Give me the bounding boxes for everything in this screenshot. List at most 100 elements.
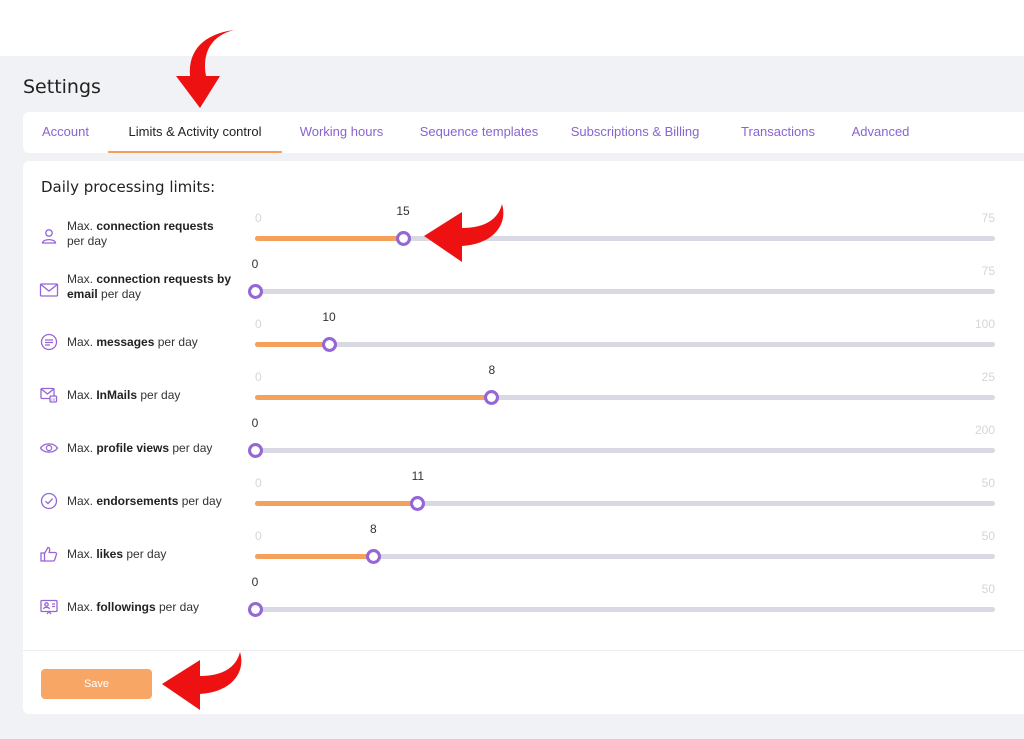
limit-label-suffix: per day xyxy=(178,494,222,508)
limit-label-suffix: per day xyxy=(154,335,198,349)
limit-label: Max. followings per day xyxy=(67,600,247,615)
slider-thumb[interactable] xyxy=(410,496,426,511)
slider-thumb[interactable] xyxy=(484,390,500,405)
limit-label: Max. connection requests per day xyxy=(67,219,247,249)
annotation-arrow-tab xyxy=(176,30,234,108)
limit-row: Max. messages per day 0 100 10 xyxy=(23,310,1024,374)
tab-working-hours[interactable]: Working hours xyxy=(282,112,401,153)
tab-transactions[interactable]: Transactions xyxy=(713,112,843,153)
tab-subscriptions-billing[interactable]: Subscriptions & Billing xyxy=(557,112,713,153)
limit-slider[interactable]: 50 0 xyxy=(247,575,995,639)
slider-min-label: 0 xyxy=(255,476,262,490)
limit-label-suffix: per day xyxy=(155,600,200,614)
slider-thumb[interactable] xyxy=(395,231,411,246)
limit-label: Max. endorsements per day xyxy=(67,494,247,509)
slider-max-label: 25 xyxy=(981,370,995,384)
limit-row: Max. likes per day 0 50 8 xyxy=(23,522,1024,586)
slider-thumb[interactable] xyxy=(247,602,263,617)
limit-label-name: profile views xyxy=(96,441,170,455)
slider-fill xyxy=(255,342,329,347)
follow-icon xyxy=(39,597,59,617)
slider-value-label: 8 xyxy=(488,363,496,377)
slider-max-label: 50 xyxy=(981,582,995,596)
limit-label: Max. InMails per day xyxy=(67,388,247,403)
limit-slider[interactable]: 0 50 8 xyxy=(255,522,995,586)
limit-slider[interactable]: 0 75 15 xyxy=(255,204,995,268)
eye-icon xyxy=(39,438,59,458)
limit-label-prefix: Max. xyxy=(67,600,97,614)
slider-thumb[interactable] xyxy=(365,549,381,564)
limit-row: Max. connection requests by email per da… xyxy=(23,257,1024,321)
limit-label-name: endorsements xyxy=(96,494,179,508)
limit-label-suffix: per day xyxy=(67,234,108,248)
limit-slider[interactable]: 0 100 10 xyxy=(255,310,995,374)
slider-max-label: 75 xyxy=(981,211,995,225)
limit-label-suffix: per day xyxy=(97,287,142,301)
slider-track[interactable] xyxy=(255,607,995,612)
check-circle-icon xyxy=(39,491,59,511)
limit-slider[interactable]: 75 0 xyxy=(247,257,995,321)
limit-label-prefix: Max. xyxy=(67,547,97,561)
slider-min-label: 0 xyxy=(255,317,262,331)
limit-label-prefix: Max. xyxy=(67,388,97,402)
tab-sequence-templates[interactable]: Sequence templates xyxy=(401,112,557,153)
limit-label-name: messages xyxy=(96,335,155,349)
svg-text:in: in xyxy=(51,397,55,403)
message-icon xyxy=(39,332,59,352)
limit-label-name: InMails xyxy=(96,388,138,402)
slider-track[interactable] xyxy=(255,342,995,347)
limit-slider[interactable]: 0 25 8 xyxy=(255,363,995,427)
limit-row: in Max. InMails per day 0 25 8 xyxy=(23,363,1024,427)
slider-max-label: 200 xyxy=(974,423,995,437)
annotation-arrow-slider xyxy=(424,204,504,262)
limit-label: Max. messages per day xyxy=(67,335,247,350)
slider-fill xyxy=(255,501,418,506)
save-button[interactable]: Save xyxy=(41,669,152,699)
page-title: Settings xyxy=(23,76,101,98)
slider-thumb[interactable] xyxy=(321,337,337,352)
limit-slider[interactable]: 0 50 11 xyxy=(255,469,995,533)
limit-slider[interactable]: 200 0 xyxy=(247,416,995,480)
slider-fill xyxy=(255,554,374,559)
slider-min-label: 0 xyxy=(255,211,262,225)
annotation-arrow-save xyxy=(162,652,242,710)
limit-label-name: likes xyxy=(96,547,124,561)
limit-label-suffix: per day xyxy=(123,547,167,561)
limit-label-prefix: Max. xyxy=(67,494,97,508)
limit-label-suffix: per day xyxy=(137,388,181,402)
limit-row: Max. profile views per day 200 0 xyxy=(23,416,1024,480)
limit-label-name: followings xyxy=(96,600,156,614)
slider-max-label: 75 xyxy=(981,264,995,278)
limit-label-prefix: Max. xyxy=(67,335,97,349)
limit-label-suffix: per day xyxy=(169,441,213,455)
slider-value-label: 11 xyxy=(411,469,425,483)
tab-limits-activity-control[interactable]: Limits & Activity control xyxy=(108,112,282,153)
slider-value-label: 15 xyxy=(396,204,410,218)
limits-panel: Daily processing limits: Max. connection… xyxy=(23,161,1024,714)
slider-max-label: 50 xyxy=(981,529,995,543)
limit-label: Max. profile views per day xyxy=(67,441,247,456)
limit-label-prefix: Max. xyxy=(67,441,97,455)
slider-track[interactable] xyxy=(255,448,995,453)
limit-row: Max. followings per day 50 0 xyxy=(23,575,1024,639)
slider-thumb[interactable] xyxy=(247,443,263,458)
slider-fill xyxy=(255,236,403,241)
slider-value-label: 0 xyxy=(251,575,259,589)
limit-label: Max. connection requests by email per da… xyxy=(67,272,247,302)
slider-min-label: 0 xyxy=(255,370,262,384)
slider-max-label: 50 xyxy=(981,476,995,490)
slider-fill xyxy=(255,395,492,400)
limit-label: Max. likes per day xyxy=(67,547,247,562)
limit-label-name: connection requests xyxy=(96,219,214,233)
limit-label-prefix: Max. xyxy=(67,219,97,233)
slider-value-label: 8 xyxy=(370,522,377,536)
slider-thumb[interactable] xyxy=(247,284,263,299)
tab-advanced[interactable]: Advanced xyxy=(843,112,918,153)
top-bar xyxy=(0,0,1024,56)
user-icon xyxy=(39,226,59,246)
tab-account[interactable]: Account xyxy=(23,112,108,153)
thumbs-up-icon xyxy=(39,544,59,564)
slider-track[interactable] xyxy=(255,289,995,294)
slider-value-label: 0 xyxy=(251,416,259,430)
inmail-icon: in xyxy=(39,385,59,405)
